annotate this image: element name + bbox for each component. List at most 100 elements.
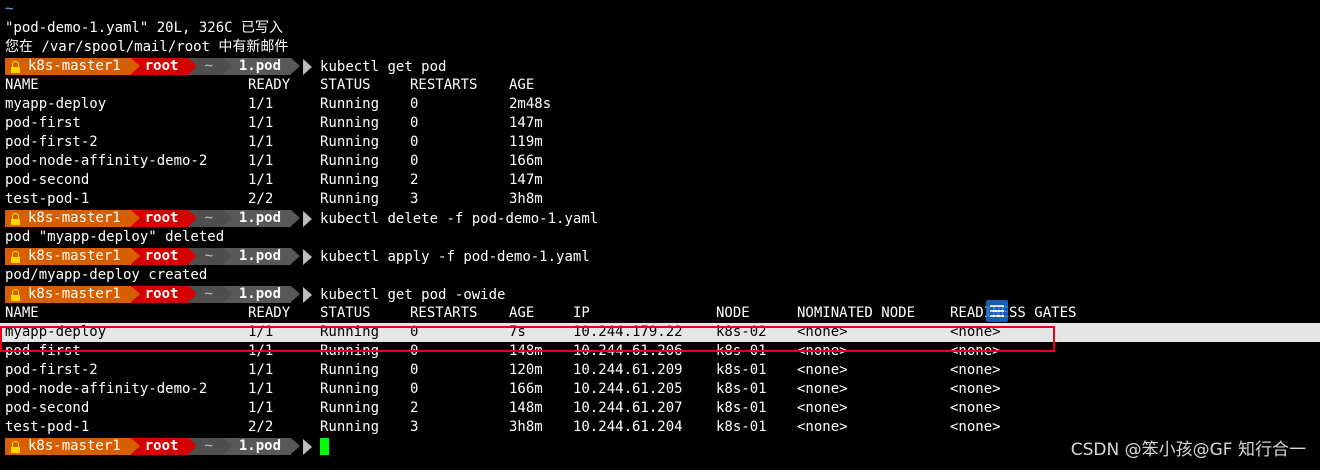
table-cell: Running: [320, 362, 380, 378]
table-cell: 3: [410, 419, 419, 435]
table-cell: 2/2: [248, 191, 274, 207]
table-cell: k8s-01: [716, 343, 767, 359]
table-row[interactable]: pod-node-affinity-demo-2 1/1 Running 0 166m 1…: [0, 380, 1320, 399]
command-output: pod/myapp-deploy created: [5, 267, 208, 283]
table-cell: 10.244.61.207: [573, 400, 683, 416]
table-cell: Running: [320, 134, 380, 150]
prompt-host: k8s-master1: [28, 58, 121, 74]
table-cell: test-pod-1: [5, 191, 90, 207]
table-cell: 1/1: [248, 134, 274, 150]
command-text: kubectl get pod -owide: [320, 286, 506, 303]
table-row[interactable]: myapp-deploy 1/1 Running 0 7s 10.244.179.22 k8…: [0, 323, 1320, 342]
table-cell: Running: [320, 343, 380, 359]
table-cell: 3h8m: [509, 419, 543, 435]
table-cell: 0: [410, 324, 419, 340]
document-icon: [986, 300, 1008, 322]
powerline-arrow-icon: [291, 286, 301, 302]
lock-icon: [11, 250, 20, 263]
table-row[interactable]: pod-first 1/1 Running 0 147m: [0, 114, 1320, 133]
table-cell: pod-first: [5, 343, 81, 359]
shell-prompt: k8s-master1 root ~1.pod kubectl get pod: [0, 57, 1320, 76]
prompt-home: ~: [204, 286, 213, 302]
shell-prompt: k8s-master1 root ~1.pod kubectl get pod -ow…: [0, 285, 1320, 304]
prompt-user: root: [144, 58, 179, 74]
powerline-arrow-icon: [291, 210, 301, 226]
table-cell: 1/1: [248, 343, 274, 359]
table-cell: Running: [320, 324, 380, 340]
lock-icon: [11, 440, 20, 453]
prompt-home: ~: [204, 210, 213, 226]
table-row[interactable]: pod-node-affinity-demo-2 1/1 Running 0 166m: [0, 152, 1320, 171]
table-cell: 120m: [509, 362, 543, 378]
table-row[interactable]: pod-first-2 1/1 Running 0 119m: [0, 133, 1320, 152]
table-cell: 2m48s: [509, 96, 552, 112]
table-cell: <none>: [797, 324, 848, 340]
powerline-arrow-icon: [188, 248, 198, 264]
table-cell: <none>: [797, 400, 848, 416]
table-cell: <none>: [797, 362, 848, 378]
table-cell: 1/1: [248, 381, 274, 397]
table-cell: myapp-deploy: [5, 96, 107, 112]
table-cell: 147m: [509, 115, 543, 131]
column-header: RESTARTS: [410, 305, 478, 321]
table-cell: 1/1: [248, 115, 274, 131]
powerline-arrow-icon: [130, 210, 140, 226]
powerline-arrow-icon: [130, 248, 140, 264]
column-header: STATUS: [320, 305, 371, 321]
table-cell: 148m: [509, 400, 543, 416]
table-cell: pod-second: [5, 400, 90, 416]
table-cell: 10.244.179.22: [573, 324, 683, 340]
prompt-host-segment: k8s-master1: [5, 438, 140, 455]
table-row[interactable]: pod-second 1/1 Running 2 148m 10.244.61.207 k8…: [0, 399, 1320, 418]
table-cell: <none>: [797, 419, 848, 435]
table-cell: 2/2: [248, 419, 274, 435]
prompt-user: root: [144, 210, 179, 226]
prompt-dir: 1.pod: [238, 248, 282, 264]
table-cell: Running: [320, 381, 380, 397]
column-header: IP: [573, 305, 590, 321]
table-row[interactable]: pod-second 1/1 Running 2 147m: [0, 171, 1320, 190]
table-cell: 2: [410, 400, 419, 416]
prompt-host: k8s-master1: [28, 210, 121, 226]
table-cell: 1/1: [248, 400, 274, 416]
table-cell: 1/1: [248, 172, 274, 188]
prompt-dir: 1.pod: [238, 286, 282, 302]
prompt-host-segment: k8s-master1: [5, 248, 140, 265]
prompt-dir-segment: 1.pod: [222, 58, 301, 75]
table-row[interactable]: test-pod-1 2/2 Running 3 3h8m: [0, 190, 1320, 209]
lock-icon: [11, 288, 20, 301]
table-header-row: NAME READY STATUS RESTARTS AGE: [0, 76, 1320, 95]
column-header: READINESS GATES: [950, 305, 1077, 321]
command-text: kubectl get pod: [320, 58, 447, 75]
table-cell: test-pod-1: [5, 419, 90, 435]
table-cell: 2: [410, 172, 419, 188]
prompt-dir: 1.pod: [238, 58, 282, 74]
powerline-arrow-icon: [188, 286, 198, 302]
prompt-dir-segment: 1.pod: [222, 286, 301, 303]
table-cell: 147m: [509, 172, 543, 188]
table-cell: k8s-01: [716, 381, 767, 397]
powerline-arrow-icon: [291, 438, 301, 454]
column-header: RESTARTS: [410, 77, 478, 93]
prompt-host: k8s-master1: [28, 438, 121, 454]
table-cell: <none>: [797, 381, 848, 397]
powerline-arrow-icon: [222, 438, 232, 454]
table-cell: 0: [410, 134, 419, 150]
table-row[interactable]: pod-first-2 1/1 Running 0 120m 10.244.61.209 k…: [0, 361, 1320, 380]
table-cell: 10.244.61.205: [573, 381, 683, 397]
table-cell: <none>: [797, 343, 848, 359]
lock-icon: [11, 212, 20, 225]
prompt-host: k8s-master1: [28, 248, 121, 264]
prompt-user: root: [144, 286, 179, 302]
powerline-arrow-icon: [222, 58, 232, 74]
mail-notice: 您在 /var/spool/mail/root 中有新邮件: [5, 39, 289, 55]
terminal-window[interactable]: ~ "pod-demo-1.yaml" 20L, 326C 已写入 您在 /var/…: [0, 0, 1320, 470]
terminal-cursor[interactable]: [320, 438, 330, 455]
table-row[interactable]: pod-first 1/1 Running 0 148m 10.244.61.206 k8s…: [0, 342, 1320, 361]
table-cell: 166m: [509, 153, 543, 169]
table-cell: 166m: [509, 381, 543, 397]
table-row[interactable]: myapp-deploy 1/1 Running 0 2m48s: [0, 95, 1320, 114]
powerline-arrow-icon: [188, 58, 198, 74]
table-header-row: NAME READY STATUS RESTARTS AGE IP NODE NOMINATE…: [0, 304, 1320, 323]
table-cell: <none>: [950, 324, 1001, 340]
